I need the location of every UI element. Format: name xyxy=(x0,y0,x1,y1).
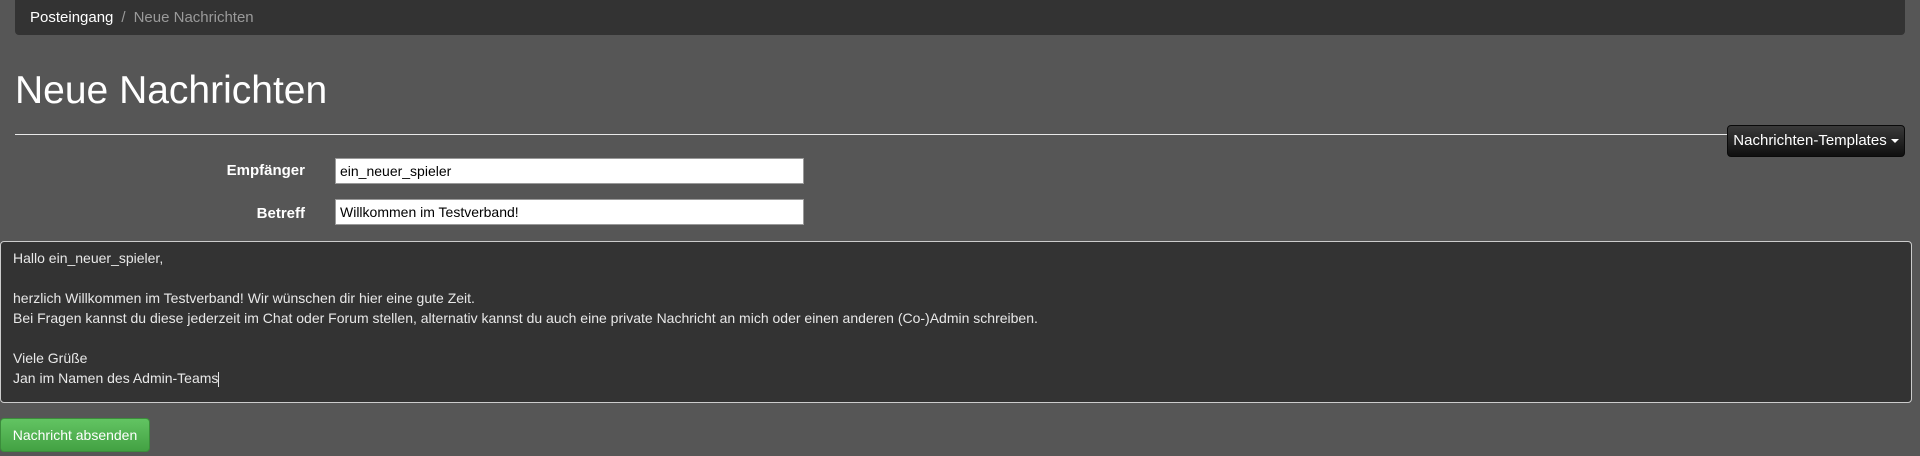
page-title: Neue Nachrichten xyxy=(15,69,328,112)
text-cursor xyxy=(218,371,220,387)
subject-label: Betreff xyxy=(256,205,305,222)
message-line: Viele Grüße xyxy=(13,350,88,366)
message-line: herzlich Willkommen im Testverband! Wir … xyxy=(13,290,475,306)
compose-page: Posteingang / Neue Nachrichten Neue Nachri… xyxy=(0,0,1920,456)
breadcrumb: Posteingang / Neue Nachrichten xyxy=(15,0,1905,35)
message-line-text: Jan im Namen des Admin-Teams xyxy=(13,370,219,386)
message-body-textarea[interactable]: Hallo ein_neuer_spieler, herzlich Willko… xyxy=(0,241,1912,403)
message-templates-button[interactable]: Nachrichten-Templates xyxy=(1727,125,1905,157)
message-templates-label: Nachrichten-Templates xyxy=(1733,132,1887,149)
subject-input[interactable] xyxy=(335,199,804,225)
send-message-button[interactable]: Nachricht absenden xyxy=(0,418,150,452)
title-divider xyxy=(15,134,1905,135)
message-line xyxy=(13,328,1899,348)
message-line: Bei Fragen kannst du diese jederzeit im … xyxy=(13,310,1038,326)
message-line-last: Jan im Namen des Admin-Teams xyxy=(13,368,1899,388)
recipient-input[interactable] xyxy=(335,158,804,184)
caret-down-icon xyxy=(1890,139,1899,144)
breadcrumb-separator: / xyxy=(121,9,126,26)
breadcrumb-inbox-link[interactable]: Posteingang xyxy=(30,9,113,26)
message-line xyxy=(13,268,1899,288)
breadcrumb-current: Neue Nachrichten xyxy=(133,9,254,26)
recipient-label: Empfänger xyxy=(226,162,305,179)
message-line: Hallo ein_neuer_spieler, xyxy=(13,250,164,266)
